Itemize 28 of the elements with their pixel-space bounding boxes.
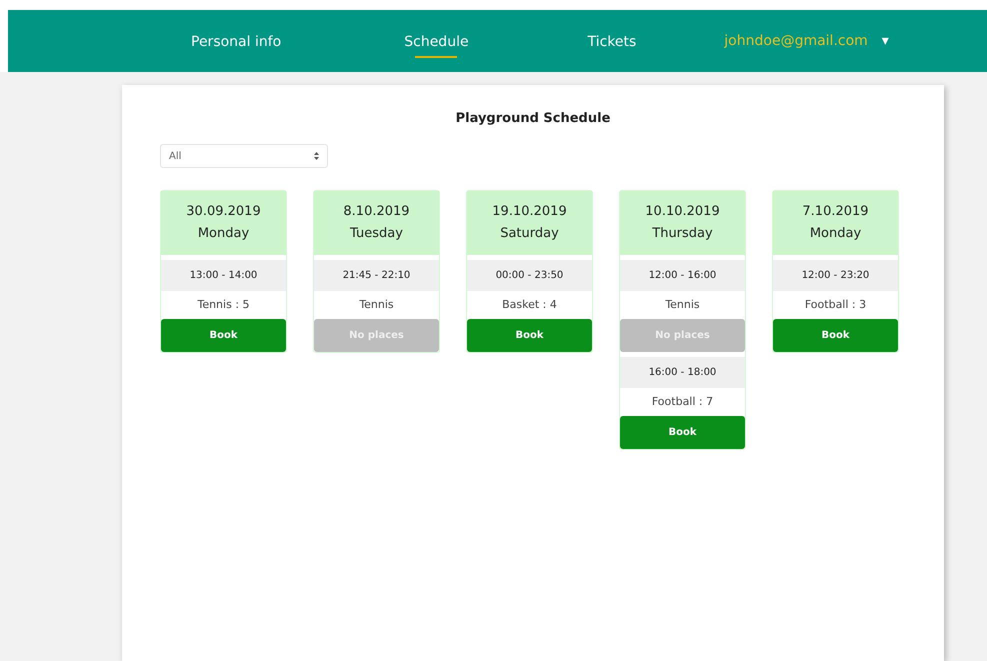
nav-tab[interactable]: Tickets [588, 30, 636, 58]
day-header: 8.10.2019 Tuesday [314, 191, 439, 255]
day-header: 10.10.2019 Thursday [620, 191, 745, 255]
time-slot: 00:00 - 23:50 [467, 260, 592, 291]
time-slot: 13:00 - 14:00 [161, 260, 286, 291]
nav-tab[interactable]: Personal info [191, 30, 282, 58]
book-button[interactable]: Book [773, 319, 898, 352]
time-slot: 12:00 - 16:00 [620, 260, 745, 291]
day-header: 19.10.2019 Saturday [467, 191, 592, 255]
page-title: Playground Schedule [454, 111, 612, 126]
filter-select[interactable]: All [160, 144, 328, 168]
account-email[interactable]: johndoe@gmail.com [724, 33, 868, 49]
day-header: 7.10.2019 Monday [773, 191, 898, 255]
activity-label: Tennis [664, 297, 701, 313]
time-slot: 21:45 - 22:10 [314, 260, 439, 291]
day-header: 30.09.2019 Monday [161, 191, 286, 255]
activity-label: Basket : 4 [501, 297, 558, 313]
book-button[interactable]: Book [161, 319, 286, 352]
book-button[interactable]: Book [620, 416, 745, 449]
book-button[interactable]: Book [467, 319, 592, 352]
time-slot: 16:00 - 18:00 [620, 357, 745, 388]
activity-label: Football : 7 [650, 394, 714, 410]
activity-label: Football : 3 [804, 297, 868, 313]
activity-label: Tennis : 5 [196, 297, 251, 313]
dropdown-caret[interactable]: ▾ [882, 33, 889, 49]
activity-label: Tennis [358, 297, 395, 313]
select-arrows-icon [314, 152, 319, 160]
time-slot: 12:00 - 23:20 [773, 260, 898, 291]
